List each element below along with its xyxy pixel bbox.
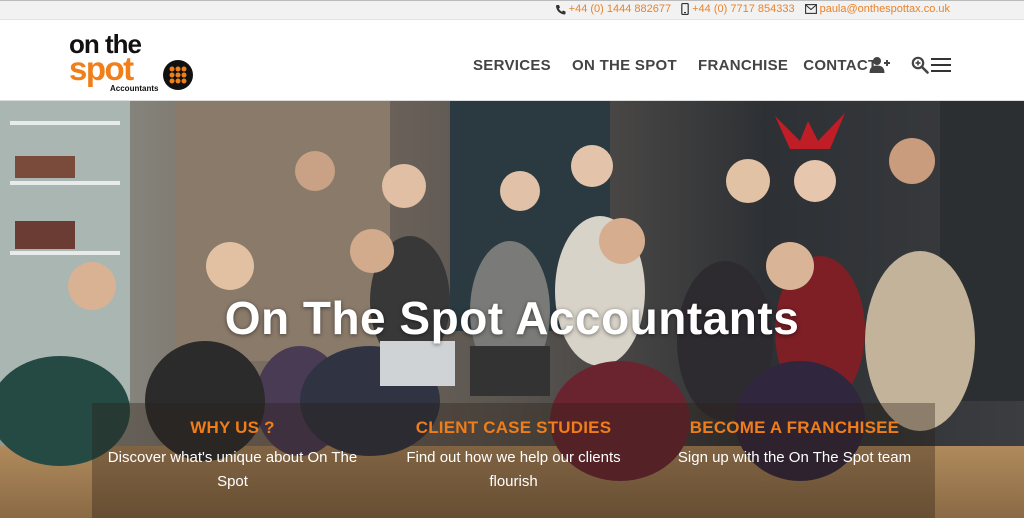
email-text: paula@onthespottax.co.uk xyxy=(819,3,950,15)
card-client-case-studies[interactable]: CLIENT CASE STUDIES Find out how we help… xyxy=(373,403,654,518)
feature-cards: WHY US ? Discover what's unique about On… xyxy=(92,403,935,518)
phone-link-2[interactable]: +44 (0) 7717 854333 xyxy=(681,3,795,15)
card-why-us[interactable]: WHY US ? Discover what's unique about On… xyxy=(92,403,373,518)
card-title[interactable]: WHY US ? xyxy=(92,418,373,438)
site-logo[interactable]: on the spot Accountants xyxy=(66,28,196,94)
site-header: on the spot Accountants SERVICES ON THE … xyxy=(0,20,1024,101)
phone-link-1[interactable]: +44 (0) 1444 882677 xyxy=(555,3,671,15)
hero-banner: On The Spot Accountants WHY US ? Discove… xyxy=(0,101,1024,518)
card-text: Find out how we help our clients flouris… xyxy=(406,449,621,490)
hamburger-menu-icon[interactable] xyxy=(931,58,951,77)
nav-franchise[interactable]: FRANCHISE xyxy=(698,57,788,74)
phone-icon xyxy=(555,4,566,14)
phone-1-text: +44 (0) 1444 882677 xyxy=(568,3,672,15)
phone-2-text: +44 (0) 7717 854333 xyxy=(692,3,795,15)
svg-text:Accountants: Accountants xyxy=(110,84,159,93)
on-the-spot-logo-icon: on the spot Accountants xyxy=(69,29,193,93)
card-text: Discover what's unique about On The Spot xyxy=(107,449,358,490)
nav-contact[interactable]: CONTACT xyxy=(803,57,877,74)
card-become-franchisee[interactable]: BECOME A FRANCHISEE Sign up with the On … xyxy=(654,403,935,518)
card-text: Sign up with the On The Spot team xyxy=(677,449,912,466)
user-plus-icon[interactable] xyxy=(869,56,891,79)
top-contact-bar: +44 (0) 1444 882677 +44 (0) 7717 854333 … xyxy=(0,0,1024,20)
nav-on-the-spot[interactable]: ON THE SPOT xyxy=(572,57,677,74)
nav-services[interactable]: SERVICES xyxy=(473,57,551,74)
card-title[interactable]: BECOME A FRANCHISEE xyxy=(654,418,935,438)
hero-title: On The Spot Accountants xyxy=(224,292,800,344)
email-link[interactable]: paula@onthespottax.co.uk xyxy=(804,3,950,15)
search-zoom-icon[interactable] xyxy=(911,56,929,79)
envelope-icon xyxy=(804,4,817,14)
svg-text:spot: spot xyxy=(69,50,134,87)
main-nav: SERVICES ON THE SPOT FRANCHISE CONTACT xyxy=(473,57,878,74)
mobile-icon xyxy=(681,3,689,15)
card-title[interactable]: CLIENT CASE STUDIES xyxy=(373,418,654,438)
